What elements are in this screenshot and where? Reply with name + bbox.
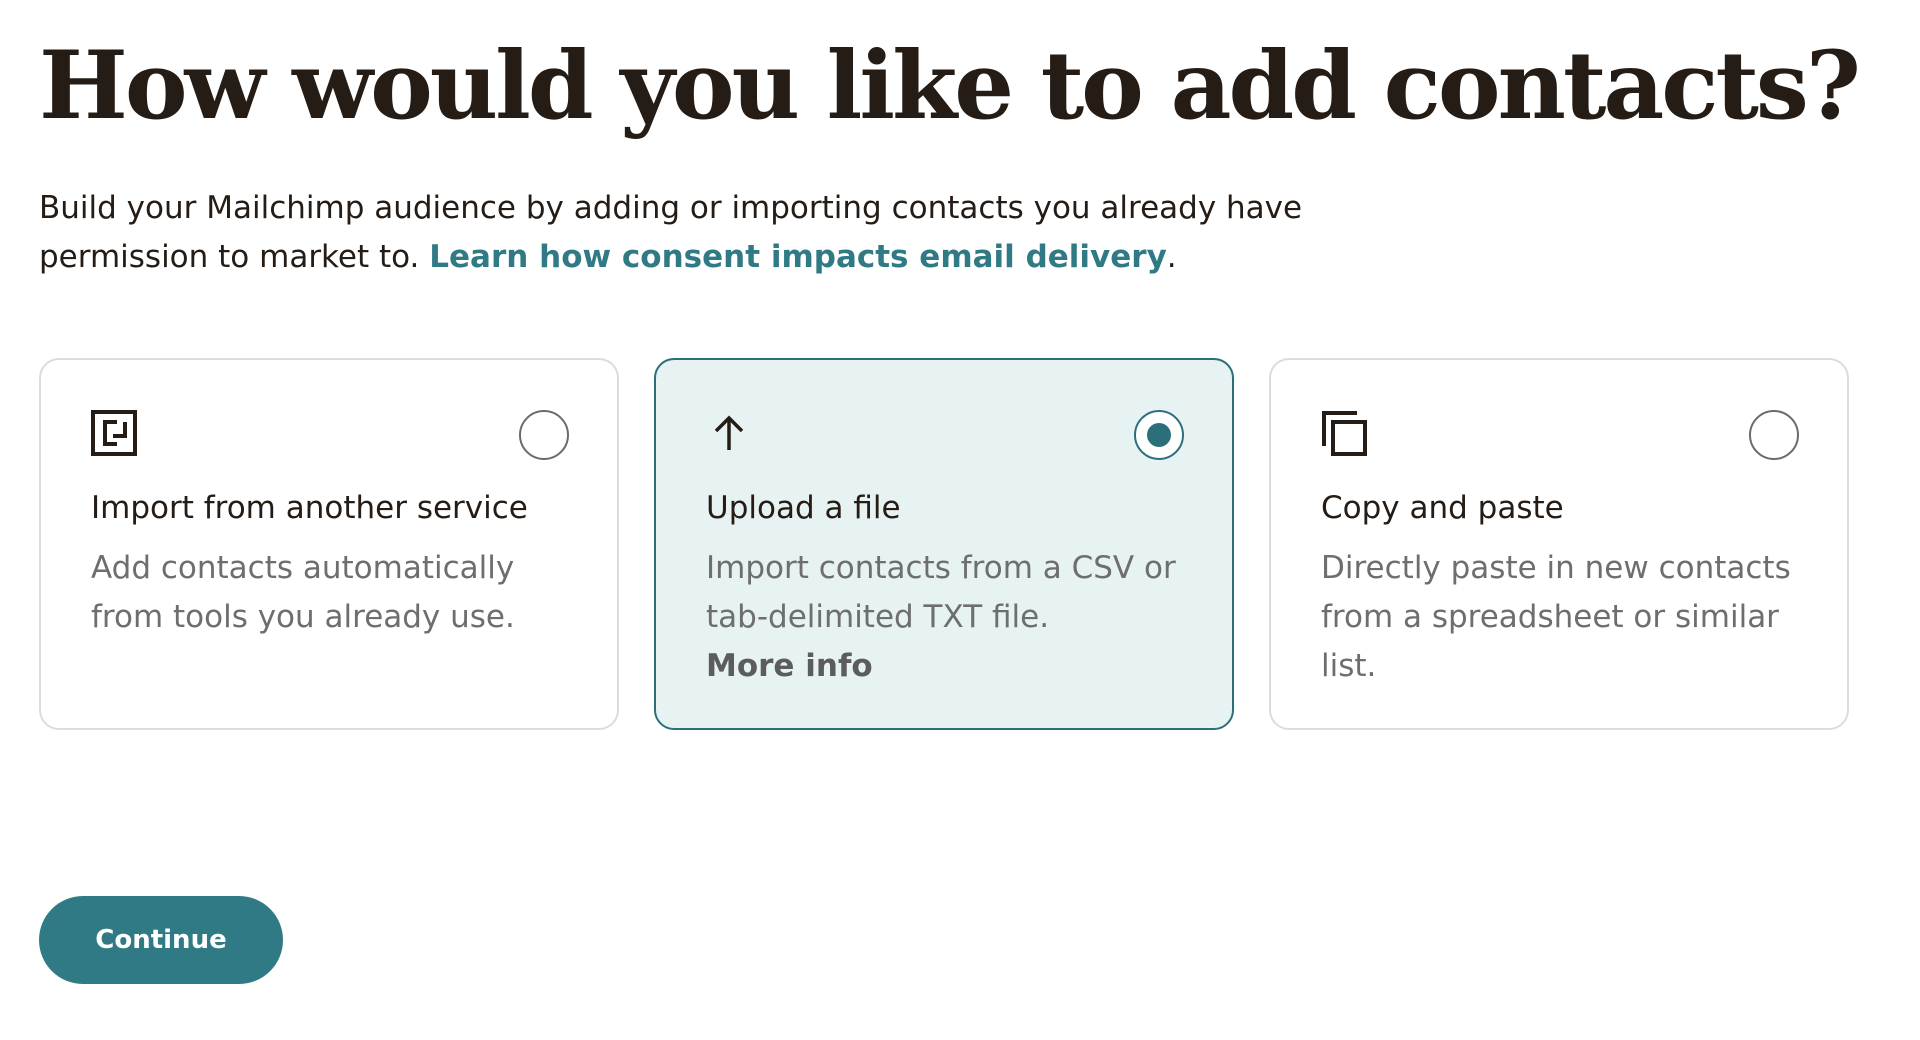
radio-import-service[interactable]	[519, 410, 569, 460]
intro-text: Build your Mailchimp audience by adding …	[39, 184, 1339, 282]
radio-upload-file[interactable]	[1134, 410, 1184, 460]
option-import-service[interactable]: Import from another service Add contacts…	[39, 358, 619, 730]
copy-icon	[1321, 410, 1367, 456]
option-description: Add contacts automatically from tools yo…	[91, 550, 515, 635]
option-title: Import from another service	[91, 490, 528, 526]
intro-period: .	[1166, 239, 1177, 275]
page-title: How would you like to add contacts?	[39, 31, 1861, 141]
consent-learn-more-link[interactable]: Learn how consent impacts email delivery	[429, 239, 1167, 275]
option-title: Upload a file	[706, 490, 901, 526]
contact-method-options: Import from another service Add contacts…	[39, 358, 1859, 732]
option-copy-paste[interactable]: Copy and paste Directly paste in new con…	[1269, 358, 1849, 730]
radio-copy-paste[interactable]	[1749, 410, 1799, 460]
option-upload-file[interactable]: Upload a file Import contacts from a CSV…	[654, 358, 1234, 730]
option-description: Import contacts from a CSV or tab-delimi…	[706, 550, 1176, 635]
upload-arrow-icon	[706, 410, 752, 456]
more-info-link[interactable]: More info	[706, 642, 873, 691]
option-description: Directly paste in new contacts from a sp…	[1321, 550, 1791, 684]
option-title: Copy and paste	[1321, 490, 1564, 526]
continue-button[interactable]: Continue	[39, 896, 283, 984]
import-icon	[91, 410, 137, 456]
